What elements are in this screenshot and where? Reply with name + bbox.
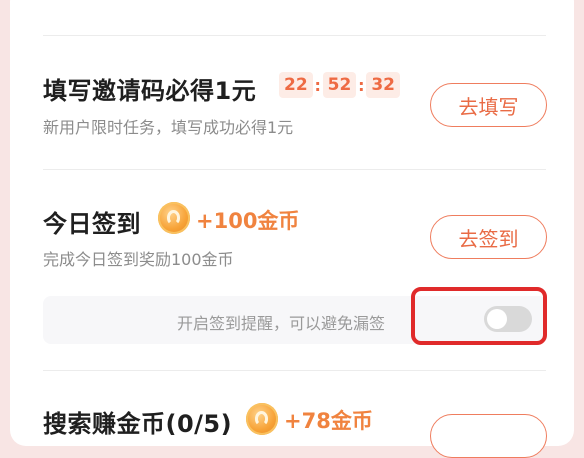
checkin-task-subtitle: 完成今日签到奖励100金币 xyxy=(43,250,234,269)
timer-seconds: 32 xyxy=(366,72,401,98)
timer-hours: 22 xyxy=(279,72,313,98)
timer-separator: : xyxy=(314,75,321,95)
checkin-reward: +100金币 xyxy=(196,209,300,233)
countdown-timer: 22 : 52 : 32 xyxy=(279,72,401,98)
invite-task-title: 填写邀请码必得1元 xyxy=(43,77,257,105)
search-task-button[interactable] xyxy=(430,414,547,458)
fill-invite-code-button[interactable]: 去填写 xyxy=(430,83,547,127)
coin-icon xyxy=(246,403,278,435)
divider xyxy=(43,169,546,170)
timer-minutes: 52 xyxy=(322,72,357,98)
checkin-task-title: 今日签到 xyxy=(43,210,141,238)
coin-icon xyxy=(158,202,190,234)
invite-task-subtitle: 新用户限时任务，填写成功必得1元 xyxy=(43,118,294,137)
checkin-button[interactable]: 去签到 xyxy=(430,215,547,259)
highlight-box xyxy=(411,287,547,345)
timer-separator: : xyxy=(358,75,365,95)
divider xyxy=(43,35,546,36)
search-reward: +78金币 xyxy=(284,409,373,433)
search-task-title: 搜索赚金币(0/5) xyxy=(43,410,233,438)
divider xyxy=(43,370,546,371)
